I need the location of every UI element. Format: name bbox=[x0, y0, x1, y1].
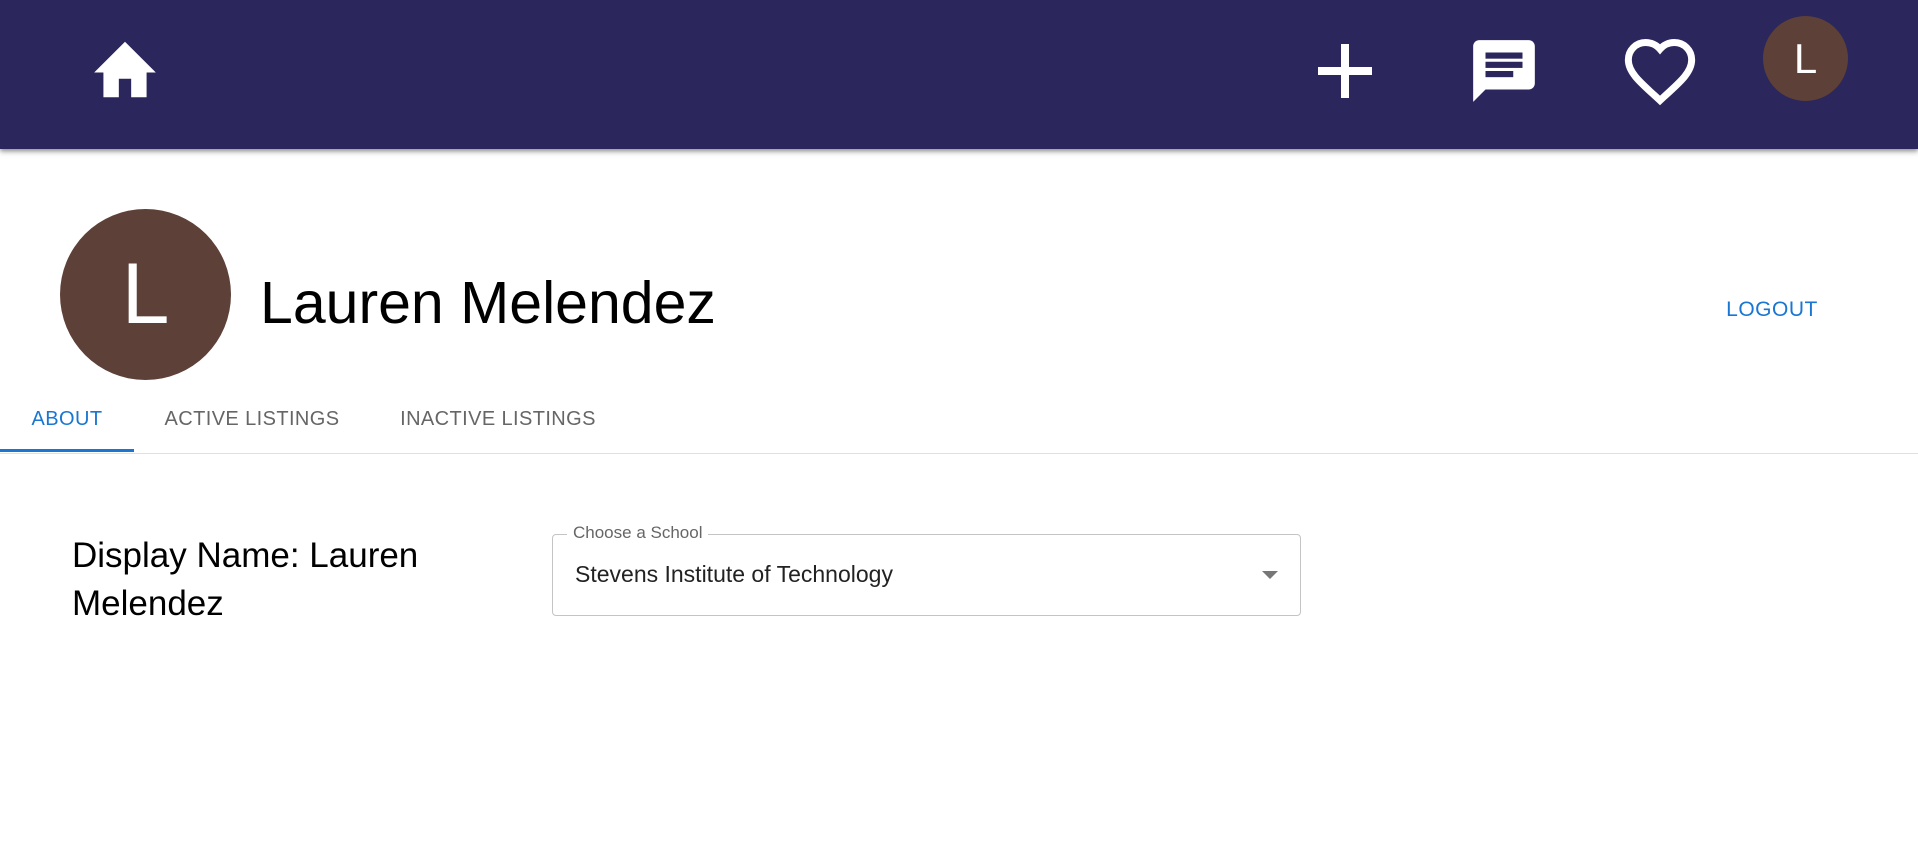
add-listing-button[interactable] bbox=[1310, 32, 1380, 110]
profile-avatar: L bbox=[60, 209, 231, 380]
heart-outline-icon bbox=[1624, 39, 1696, 106]
home-button[interactable] bbox=[85, 32, 165, 110]
school-select[interactable]: Choose a School Stevens Institute of Tec… bbox=[552, 523, 1301, 616]
home-icon bbox=[94, 41, 156, 98]
display-name: Display Name: Lauren Melendez bbox=[72, 536, 419, 623]
tab-about[interactable]: ABOUT bbox=[0, 388, 134, 451]
school-select-label: Choose a School bbox=[567, 523, 709, 543]
profile-tabs: ABOUT ACTIVE LISTINGS INACTIVE LISTINGS bbox=[0, 388, 1918, 454]
logout-button[interactable]: LOGOUT bbox=[1706, 290, 1838, 330]
account-avatar-initial: L bbox=[1793, 34, 1818, 82]
profile-avatar-initial: L bbox=[121, 246, 170, 342]
tab-active-listings[interactable]: ACTIVE LISTINGS bbox=[134, 388, 370, 451]
tab-inactive-listings[interactable]: INACTIVE LISTINGS bbox=[370, 388, 626, 451]
account-avatar[interactable]: L bbox=[1763, 16, 1848, 101]
active-tab-indicator bbox=[0, 449, 134, 452]
chat-icon bbox=[1473, 40, 1535, 102]
school-select-value: Stevens Institute of Technology bbox=[575, 561, 893, 587]
dropdown-arrow-icon bbox=[1262, 571, 1278, 579]
plus-icon bbox=[1318, 44, 1372, 98]
profile-name: Lauren Melendez bbox=[260, 270, 716, 336]
app-bar: L bbox=[0, 0, 1918, 149]
favorites-button[interactable] bbox=[1618, 32, 1702, 110]
messages-button[interactable] bbox=[1462, 30, 1546, 112]
